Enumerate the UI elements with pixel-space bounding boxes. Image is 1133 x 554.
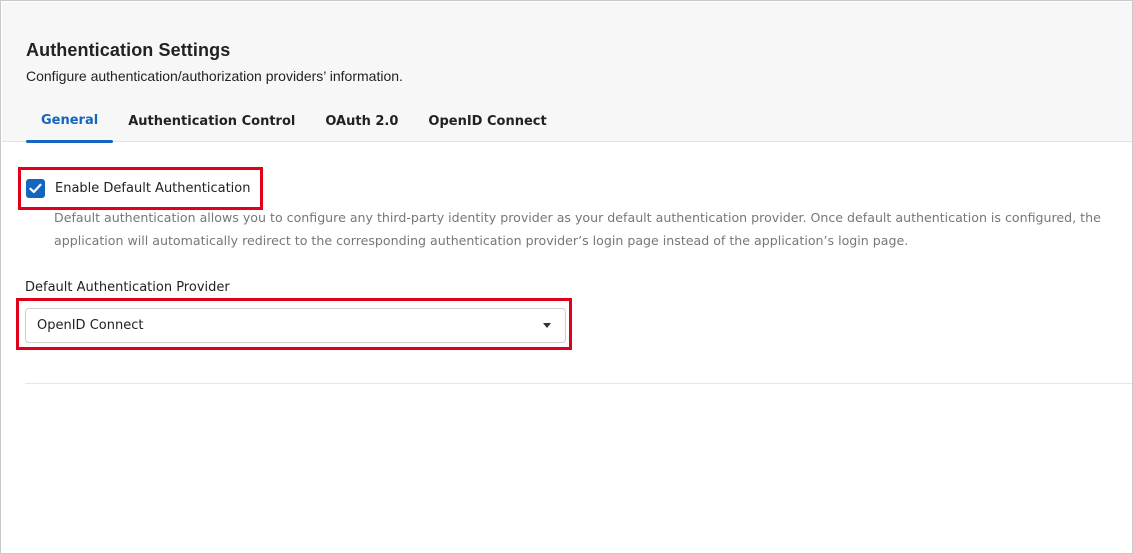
tab-authentication-control[interactable]: Authentication Control — [113, 102, 310, 142]
settings-window: Authentication Settings Configure authen… — [0, 0, 1133, 554]
default-auth-help-text: Default authentication allows you to con… — [54, 210, 1101, 248]
check-icon — [29, 183, 42, 194]
enable-default-auth-label[interactable]: Enable Default Authentication — [55, 181, 250, 196]
provider-select-value: OpenID Connect — [37, 318, 144, 333]
settings-header: Authentication Settings Configure authen… — [2, 2, 1132, 143]
provider-field-label: Default Authentication Provider — [25, 280, 230, 295]
tab-openid-connect[interactable]: OpenID Connect — [413, 102, 561, 142]
page-title: Authentication Settings — [26, 40, 231, 60]
tab-bar: General Authentication Control OAuth 2.0… — [26, 102, 562, 143]
enable-default-auth-highlight: Enable Default Authentication — [18, 167, 263, 210]
caret-down-icon — [543, 323, 551, 328]
tab-oauth[interactable]: OAuth 2.0 — [310, 102, 413, 142]
enable-default-auth-checkbox[interactable] — [26, 179, 45, 198]
tab-general[interactable]: General — [26, 102, 114, 143]
provider-select[interactable]: OpenID Connect — [25, 308, 566, 343]
page-subtitle: Configure authentication/authorization p… — [26, 68, 403, 84]
section-divider — [25, 383, 1132, 384]
